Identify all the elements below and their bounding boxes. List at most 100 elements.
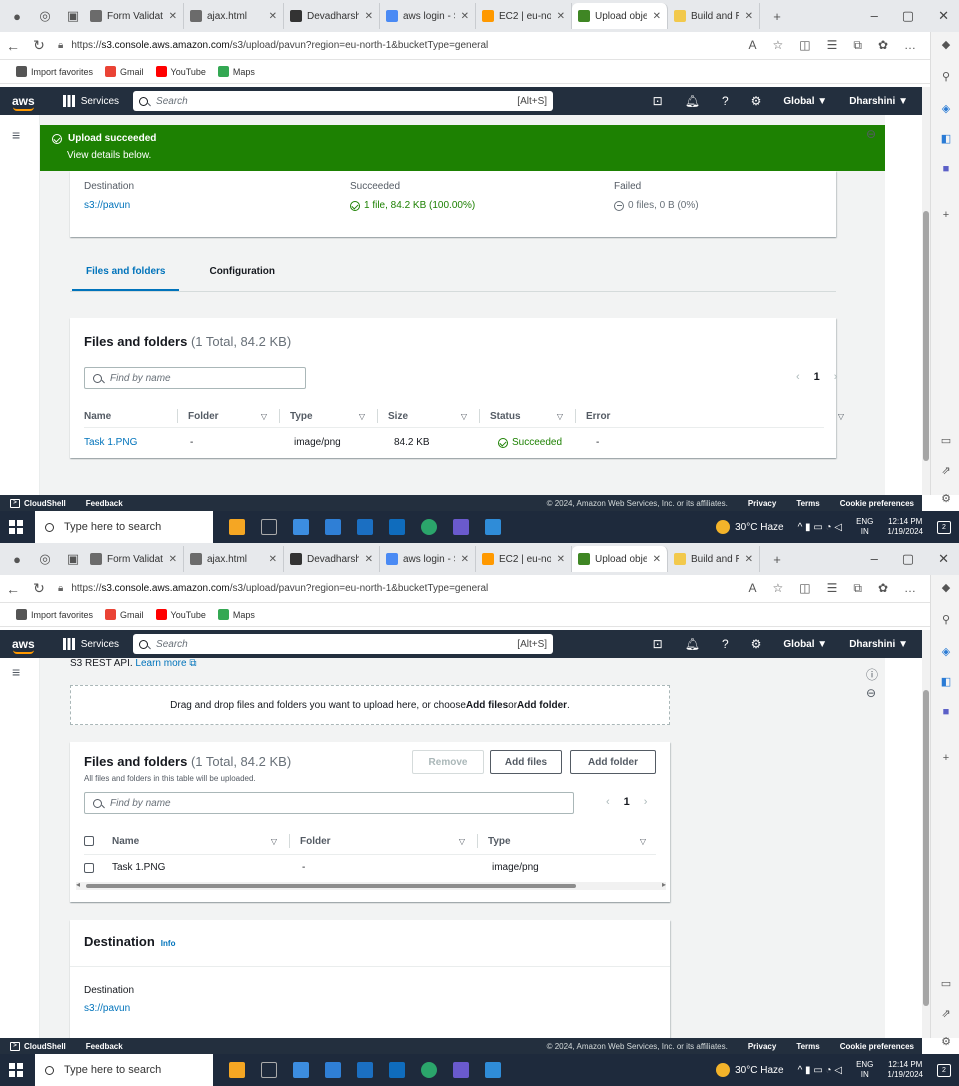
browser-tab[interactable]: Build and Ru ✕: [668, 546, 760, 572]
settings-gear-icon[interactable]: ⚙: [751, 94, 762, 108]
menu-hamburger-icon[interactable]: ≡: [12, 664, 20, 680]
close-tab-icon[interactable]: ✕: [557, 554, 565, 565]
shopping-icon[interactable]: ◈: [939, 645, 953, 659]
add-files-button[interactable]: Add files: [490, 750, 562, 774]
add-sidebar-icon[interactable]: +: [939, 751, 953, 765]
info-rail-icon[interactable]: ⓘ: [866, 666, 878, 683]
close-tab-icon[interactable]: ✕: [461, 554, 469, 565]
new-tab-icon[interactable]: +: [766, 5, 788, 27]
col-type[interactable]: Type ▽: [290, 409, 378, 423]
collections-icon[interactable]: ⧉: [853, 581, 862, 596]
services-menu[interactable]: Services: [62, 638, 119, 650]
edge-browser-icon[interactable]: [421, 519, 437, 535]
add-sidebar-icon[interactable]: +: [939, 208, 953, 222]
region-selector[interactable]: Global ▼: [783, 639, 827, 650]
menu-hamburger-icon[interactable]: ≡: [12, 127, 20, 143]
close-tab-icon[interactable]: ✕: [653, 11, 661, 22]
bookmark-item[interactable]: Gmail: [105, 66, 144, 77]
account-menu[interactable]: Dharshini ▼: [849, 96, 908, 107]
extensions-icon[interactable]: ✿: [878, 38, 888, 53]
workspaces-icon[interactable]: ◎: [34, 5, 56, 27]
close-tab-icon[interactable]: ✕: [365, 554, 373, 565]
windows-start-icon[interactable]: [9, 520, 23, 534]
select-all-checkbox[interactable]: [84, 836, 94, 846]
tab-actions-icon[interactable]: ▣: [62, 548, 84, 570]
browser-tab[interactable]: Devadharshi ✕: [284, 546, 380, 572]
current-page[interactable]: 1: [814, 371, 820, 383]
language-indicator[interactable]: ENG IN: [856, 1060, 873, 1080]
remove-button[interactable]: Remove: [412, 750, 484, 774]
notifications-bell-icon[interactable]: 🔔︎: [685, 637, 700, 651]
search-sidebar-icon[interactable]: ⚲: [939, 613, 953, 627]
weather-widget[interactable]: 30°C Haze: [716, 1063, 784, 1077]
col-name[interactable]: Name: [84, 409, 178, 423]
browser-tab[interactable]: ajax.html ✕: [184, 3, 284, 29]
aws-logo[interactable]: aws: [12, 637, 35, 654]
bookmark-item[interactable]: Gmail: [105, 609, 144, 620]
aws-search-input[interactable]: Search [Alt+S]: [133, 634, 554, 654]
browser-tab[interactable]: Upload obje ✕: [572, 546, 668, 572]
col-folder[interactable]: Folder ▽: [188, 409, 280, 423]
external-link-icon[interactable]: ⇗: [939, 464, 953, 478]
tab-actions-icon[interactable]: ▣: [62, 5, 84, 27]
clock[interactable]: 12:14 PM 1/19/2024: [887, 517, 923, 537]
bookmark-item[interactable]: Import favorites: [16, 609, 93, 620]
sidebar-layout-icon[interactable]: ▭: [939, 434, 953, 448]
close-tab-icon[interactable]: ✕: [461, 11, 469, 22]
teams-app-icon[interactable]: [453, 519, 469, 535]
restore-icon[interactable]: ▢: [902, 8, 914, 24]
profile-icon[interactable]: ●: [6, 548, 28, 570]
learn-more-link[interactable]: Learn more: [135, 658, 186, 669]
read-aloud-icon[interactable]: A: [748, 581, 756, 596]
settings-icon[interactable]: ⚙: [939, 1035, 953, 1049]
current-page[interactable]: 1: [624, 796, 630, 808]
clock[interactable]: 12:14 PM 1/19/2024: [887, 1060, 923, 1080]
cookie-preferences-link[interactable]: Cookie preferences: [840, 499, 914, 508]
vscode-icon[interactable]: [485, 1062, 501, 1078]
prev-page-icon[interactable]: ‹: [796, 371, 800, 383]
destination-link[interactable]: s3://pavun: [84, 200, 134, 211]
edge-browser-icon[interactable]: [421, 1062, 437, 1078]
taskbar-search-input[interactable]: Type here to search: [35, 511, 213, 543]
close-tab-icon[interactable]: ✕: [269, 11, 277, 22]
bookmark-item[interactable]: Import favorites: [16, 66, 93, 77]
browser-tab[interactable]: Form Validati ✕: [84, 3, 184, 29]
col-error[interactable]: Error ▽: [586, 409, 856, 423]
cloudshell-button[interactable]: > CloudShell: [10, 498, 66, 508]
teams-icon[interactable]: ■: [939, 705, 953, 719]
col-size[interactable]: Size ▽: [388, 409, 480, 423]
next-page-icon[interactable]: ›: [644, 796, 648, 808]
mail-icon[interactable]: [357, 519, 373, 535]
tab-configuration[interactable]: Configuration: [209, 266, 275, 292]
browser-tab[interactable]: EC2 | eu-nort ✕: [476, 546, 572, 572]
refresh-icon[interactable]: ↻: [26, 580, 52, 597]
favorites-icon[interactable]: ☰: [827, 581, 838, 596]
drop-zone[interactable]: Drag and drop files and folders you want…: [70, 685, 670, 725]
close-tab-icon[interactable]: ✕: [745, 11, 753, 22]
profile-icon[interactable]: ●: [6, 5, 28, 27]
workspaces-icon[interactable]: ◎: [34, 548, 56, 570]
task-view-icon[interactable]: [261, 1062, 277, 1078]
col-status[interactable]: Status ▽: [490, 409, 576, 423]
new-tab-icon[interactable]: +: [766, 548, 788, 570]
more-icon[interactable]: …: [904, 581, 916, 596]
tray-icons[interactable]: ^ ▮ ▭ ◔ ◁: [798, 1065, 843, 1076]
services-menu[interactable]: Services: [62, 95, 119, 107]
page-scrollbar-thumb[interactable]: [923, 690, 929, 1006]
region-selector[interactable]: Global ▼: [783, 96, 827, 107]
privacy-link[interactable]: Privacy: [748, 1042, 776, 1051]
url-field[interactable]: 🔒︎ https://s3.console.aws.amazon.com/s3/…: [58, 40, 748, 51]
close-window-icon[interactable]: ✕: [938, 551, 949, 567]
favorites-icon[interactable]: ☰: [827, 38, 838, 53]
store-icon[interactable]: [325, 1062, 341, 1078]
help-icon[interactable]: ?: [722, 637, 729, 651]
notifications-bell-icon[interactable]: 🔔︎: [685, 94, 700, 108]
settings-icon[interactable]: ⚙: [939, 492, 953, 506]
close-tab-icon[interactable]: ✕: [365, 11, 373, 22]
vscode-icon[interactable]: [485, 519, 501, 535]
settings-gear-icon[interactable]: ⚙: [751, 637, 762, 651]
close-tab-icon[interactable]: ✕: [653, 554, 661, 565]
close-tab-icon[interactable]: ✕: [169, 554, 177, 565]
search-sidebar-icon[interactable]: ⚲: [939, 70, 953, 84]
more-icon[interactable]: …: [904, 38, 916, 53]
